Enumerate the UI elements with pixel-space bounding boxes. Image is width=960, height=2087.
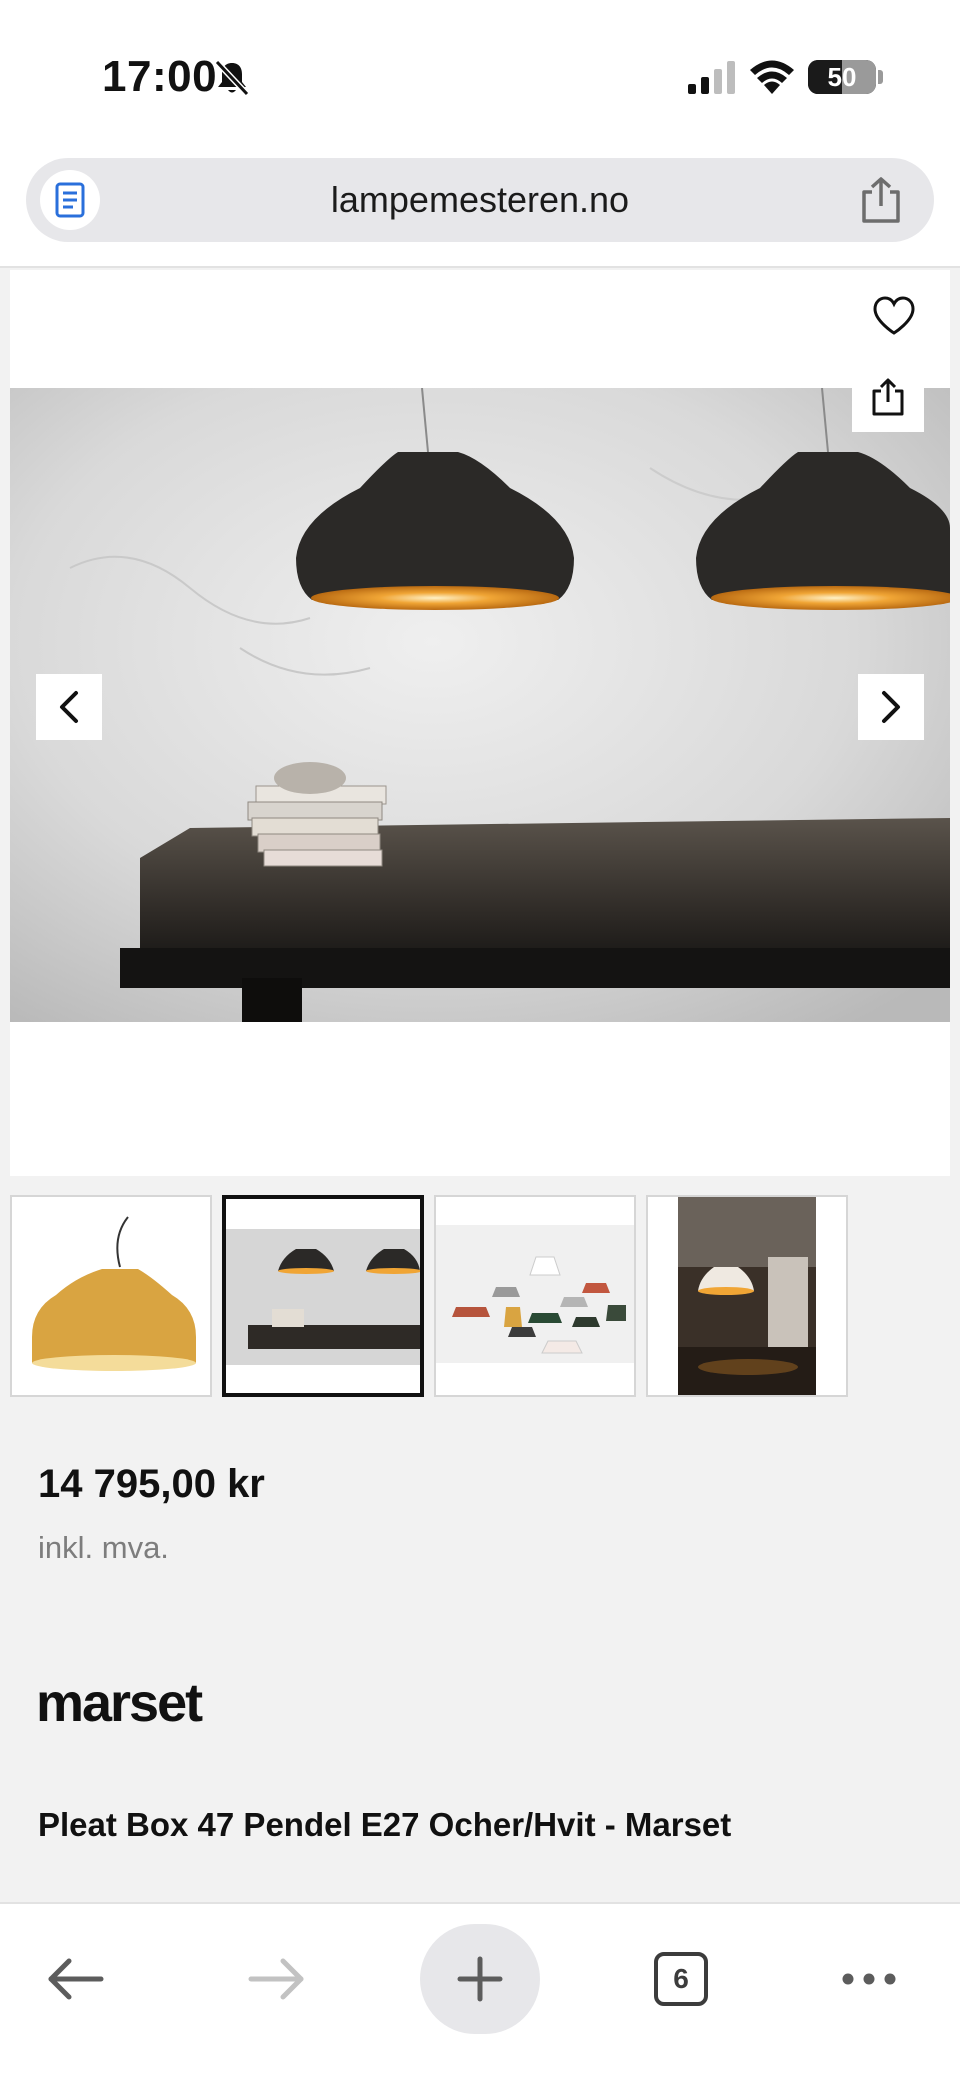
cellular-signal-icon: [688, 61, 735, 94]
gallery-share-button[interactable]: [852, 362, 924, 432]
interior-lamp-thumbnail: [648, 1197, 846, 1395]
battery-percent: 50: [827, 61, 857, 92]
ocher-lamp-thumbnail: [12, 1197, 210, 1395]
pendant-lamps-photo: [10, 388, 950, 1022]
chevron-left-icon: [60, 691, 78, 723]
forward-arrow-icon: [248, 1958, 304, 2000]
heart-icon: [873, 296, 915, 335]
vat-note: inkl. mva.: [38, 1530, 169, 1565]
more-icon: [842, 1973, 896, 1985]
black-lamps-thumbnail: [226, 1199, 420, 1393]
thumbnail-1[interactable]: [10, 1195, 212, 1397]
tabs-button[interactable]: 6: [626, 1924, 736, 2034]
share-icon[interactable]: [858, 176, 904, 224]
thumbnail-2[interactable]: [222, 1195, 424, 1397]
status-time: 17:00: [102, 52, 218, 101]
colored-lamps-thumbnail: [436, 1197, 634, 1395]
thumbnail-strip: [10, 1195, 950, 1397]
wifi-icon: [750, 60, 794, 94]
product-price: 14 795,00 kr: [38, 1462, 265, 1506]
product-title: Pleat Box 47 Pendel E27 Ocher/Hvit - Mar…: [38, 1806, 732, 1843]
share-icon: [872, 378, 904, 416]
gallery-next-button[interactable]: [858, 674, 924, 740]
address-bar[interactable]: lampemesteren.no: [26, 158, 934, 242]
new-tab-button[interactable]: [420, 1924, 540, 2034]
product-gallery: [10, 270, 950, 1176]
forward-button[interactable]: [222, 1924, 332, 2034]
status-bar: 17:00 50: [0, 0, 960, 150]
favorite-button[interactable]: [860, 282, 928, 350]
tabs-icon: 6: [654, 1952, 708, 2006]
plus-icon: [457, 1956, 503, 2002]
url-text[interactable]: lampemesteren.no: [26, 158, 934, 242]
battery-icon: 50: [808, 60, 876, 94]
browser-address-area: lampemesteren.no: [0, 150, 960, 268]
more-button[interactable]: [814, 1924, 924, 2034]
browser-toolbar: 6: [0, 1902, 960, 2087]
back-arrow-icon: [48, 1958, 104, 2000]
back-button[interactable]: [20, 1924, 130, 2034]
thumbnail-3[interactable]: [434, 1195, 636, 1397]
battery-tip: [878, 70, 883, 84]
product-main-image[interactable]: [10, 388, 950, 1022]
thumbnail-4[interactable]: [646, 1195, 848, 1397]
chevron-right-icon: [882, 691, 900, 723]
bell-slash-icon: [214, 59, 250, 97]
brand-logo[interactable]: marset: [36, 1672, 203, 1734]
gallery-previous-button[interactable]: [36, 674, 102, 740]
